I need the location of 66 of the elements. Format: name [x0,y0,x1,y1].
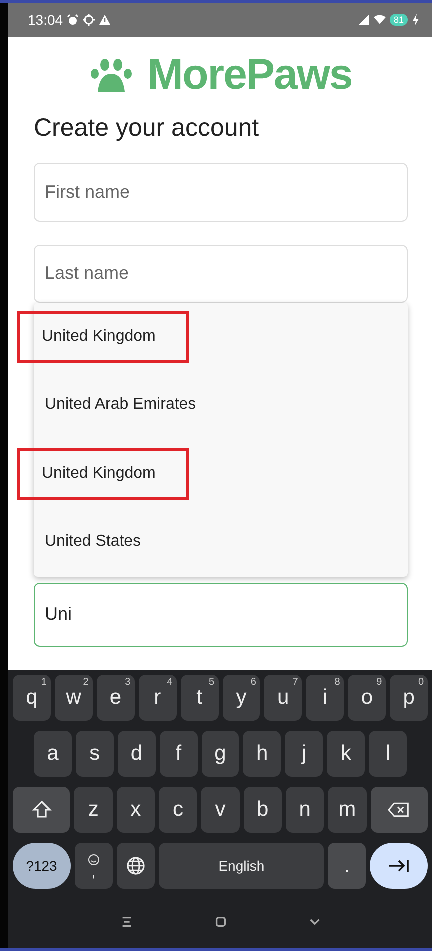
home-icon[interactable] [214,914,228,928]
key-hint: 6 [250,677,256,688]
shift-key[interactable] [13,787,70,833]
letter-key[interactable]: m [328,787,367,833]
letter-key[interactable]: a [34,731,72,777]
letter-key[interactable]: e 3 [96,675,135,721]
logo-text: MorePaws [148,51,352,100]
letter-key[interactable]: j [285,731,324,777]
space-key[interactable]: English [159,843,324,889]
key-hint: 1 [41,677,47,688]
letter-key[interactable]: u 7 [264,675,302,721]
period-key[interactable]: . [328,843,366,889]
dropdown-option[interactable]: United Arab Emirates [34,370,230,440]
key-hint: 9 [376,677,382,688]
warning-icon [99,14,112,26]
language-key[interactable] [116,843,156,889]
key-hint: 5 [208,677,215,688]
letter-key[interactable]: g [202,731,240,777]
backspace-icon [388,800,410,820]
clock-time: 13:04 [28,12,64,28]
shift-icon [30,800,53,820]
key-hint: 7 [292,677,298,688]
letter-key[interactable]: q 1 [13,675,51,721]
letter-key[interactable]: d [118,731,156,777]
settings-icon [83,14,96,26]
letter-key[interactable]: s [76,731,114,777]
letter-key[interactable]: o 9 [348,675,386,721]
key-hint: 0 [418,677,424,688]
letter-key[interactable]: y 6 [222,675,260,721]
key-hint: 2 [83,677,89,688]
backspace-key[interactable] [370,787,428,833]
page-heading: Create your account [34,114,260,144]
key-hint: 8 [334,677,340,688]
letter-key[interactable]: l [369,731,408,777]
emoji-key[interactable]: , [74,843,113,889]
letter-key[interactable]: k [327,731,366,777]
letter-key[interactable]: v [201,787,240,833]
dropdown-option[interactable]: United Kingdom [17,448,189,500]
letter-key[interactable]: z [74,787,113,833]
smiley-icon [88,854,100,866]
alarm-icon [67,14,80,26]
letter-key[interactable]: t 5 [180,675,219,721]
text-field[interactable]: Last name [34,244,408,303]
wifi-icon [374,14,386,26]
dropdown-option[interactable]: United States [34,508,174,577]
symbols-key[interactable]: ?123 [13,843,71,889]
letter-key[interactable]: p 0 [390,675,428,721]
letter-key[interactable]: i 8 [306,675,344,721]
key-hint: 3 [125,677,131,688]
globe-icon [125,856,148,876]
text-field[interactable]: First name [34,163,408,222]
letter-key[interactable]: n [286,787,324,833]
letter-key[interactable]: h [243,731,282,777]
battery-level: 81 [390,14,408,26]
signal-icon [358,14,370,26]
letter-key[interactable]: b [244,787,282,833]
key-hint: 4 [167,677,173,688]
dropdown-option[interactable]: United Kingdom [17,310,189,363]
letter-key[interactable]: x [116,787,156,833]
letter-key[interactable]: w 2 [54,675,93,721]
letter-key[interactable]: c [159,787,198,833]
letter-key[interactable]: r 4 [138,675,177,721]
next-key[interactable] [370,843,428,889]
letter-key[interactable]: f [160,731,198,777]
country-field[interactable]: Uni [34,582,408,647]
charging-icon [412,14,420,26]
